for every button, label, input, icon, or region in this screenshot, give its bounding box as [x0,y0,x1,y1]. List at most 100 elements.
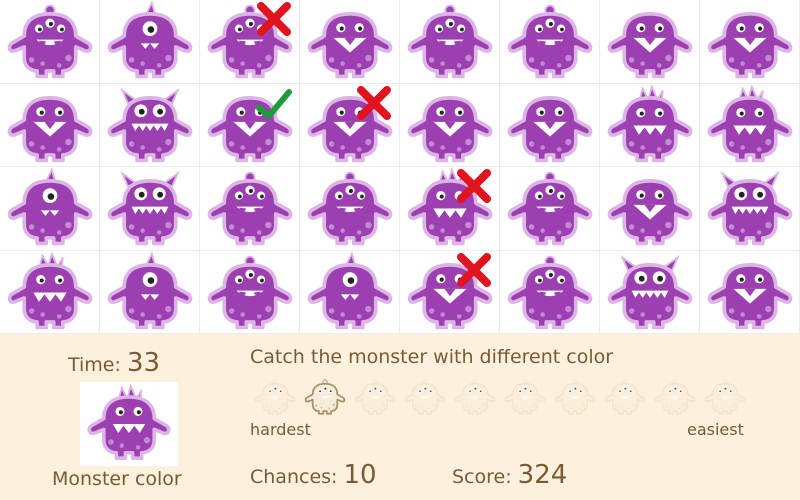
monster-horned-icon [107,87,193,162]
monster-cell[interactable] [600,83,700,167]
monster-cell[interactable] [500,83,600,167]
monster-alien-icon [507,171,593,246]
monster-alien-icon [507,4,593,79]
monster-grin-icon [507,95,593,162]
difficulty-monster-icon [454,379,496,415]
monster-cell[interactable] [700,83,800,167]
monster-horned-icon [707,170,793,246]
difficulty-monster-icon [704,379,746,415]
difficulty-monster-icon [254,379,296,415]
monster-cell[interactable] [200,0,300,84]
monster-spiky-icon [707,83,793,162]
monster-cyclops-icon [107,0,193,79]
time-value: 33 [126,348,161,378]
monster-cell[interactable] [300,83,400,167]
monster-cell[interactable] [100,0,200,84]
monster-grin-icon [707,12,793,79]
difficulty-easiest-label: easiest [687,420,744,439]
difficulty-level[interactable] [703,377,747,417]
correct-mark-icon [256,88,292,119]
monster-grin-icon [707,262,793,329]
difficulty-monster-icon [304,379,346,415]
monster-spiky-icon [607,83,693,162]
difficulty-level-selected[interactable] [303,377,347,417]
monster-cell[interactable] [400,83,500,167]
monster-cell[interactable] [700,0,800,84]
monster-alien-icon [407,4,493,79]
monster-cyclops-icon [307,250,393,329]
difficulty-monster-icon [554,379,596,415]
wrong-mark-icon [457,252,491,287]
chances-value: 10 [343,460,377,490]
monster-cell[interactable] [100,167,200,251]
difficulty-level[interactable] [403,377,447,417]
monster-grin-icon [607,12,693,79]
monster-horned-icon [607,254,693,329]
monster-cell[interactable] [300,250,400,334]
difficulty-monster-icon [354,379,396,415]
monster-color-swatch [80,382,178,466]
difficulty-hardest-label: hardest [250,420,311,439]
monster-cell[interactable] [500,250,600,334]
info-panel: Time: 33 Catch the monster with differen… [0,334,800,500]
monster-grin-icon [607,179,693,246]
monster-cell[interactable] [0,250,100,334]
monster-cell[interactable] [400,167,500,251]
time-label-text: Time: [68,354,121,376]
monster-cell[interactable] [200,250,300,334]
monster-swatch-icon [87,383,171,460]
monster-cell[interactable] [400,0,500,84]
monster-alien-icon [307,171,393,246]
difficulty-monster-icon [404,379,446,415]
monster-grin-icon [307,12,393,79]
monster-cell[interactable] [200,167,300,251]
score-label-text: Score: [452,466,512,488]
monster-grin-icon [7,95,93,162]
time-label: Time: 33 [68,348,160,378]
monster-alien-icon [507,255,593,329]
monster-cell[interactable] [200,83,300,167]
monster-alien-icon [207,171,293,246]
wrong-mark-icon [457,169,491,203]
monster-cell[interactable] [0,0,100,84]
difficulty-level[interactable] [353,377,397,417]
monster-cell[interactable] [600,250,700,334]
monster-cyclops-icon [7,167,93,246]
monster-color-label: Monster color [52,468,182,490]
difficulty-level[interactable] [553,377,597,417]
monster-grin-icon [407,95,493,162]
monster-cell[interactable] [100,250,200,334]
monster-alien-icon [7,4,93,79]
monster-alien-icon [207,255,293,329]
chances-label: Chances: 10 [250,460,377,490]
difficulty-level[interactable] [253,377,297,417]
monster-cell[interactable] [300,0,400,84]
monster-cell[interactable] [700,167,800,251]
wrong-mark-icon [257,2,291,36]
instruction-text: Catch the monster with different color [250,346,614,368]
monster-cell[interactable] [600,167,700,251]
difficulty-level[interactable] [653,377,697,417]
chances-label-text: Chances: [250,466,338,488]
wrong-mark-icon [357,85,391,120]
difficulty-level[interactable] [503,377,547,417]
monster-cell[interactable] [300,167,400,251]
monster-cell[interactable] [700,250,800,334]
monster-cell[interactable] [600,0,700,84]
monster-cell[interactable] [400,250,500,334]
monster-cell[interactable] [500,0,600,84]
monster-cyclops-icon [107,250,193,329]
monster-cell[interactable] [100,83,200,167]
difficulty-monster-icon [604,379,646,415]
difficulty-level[interactable] [453,377,497,417]
monster-spiky-icon [7,250,93,329]
difficulty-monster-icon [504,379,546,415]
difficulty-level[interactable] [603,377,647,417]
difficulty-monster-icon [654,379,696,415]
monster-cell[interactable] [0,83,100,167]
monster-cell[interactable] [500,167,600,251]
score-label: Score: 324 [452,460,567,490]
score-value: 324 [517,460,568,490]
monster-cell[interactable] [0,167,100,251]
monster-horned-icon [107,170,193,246]
